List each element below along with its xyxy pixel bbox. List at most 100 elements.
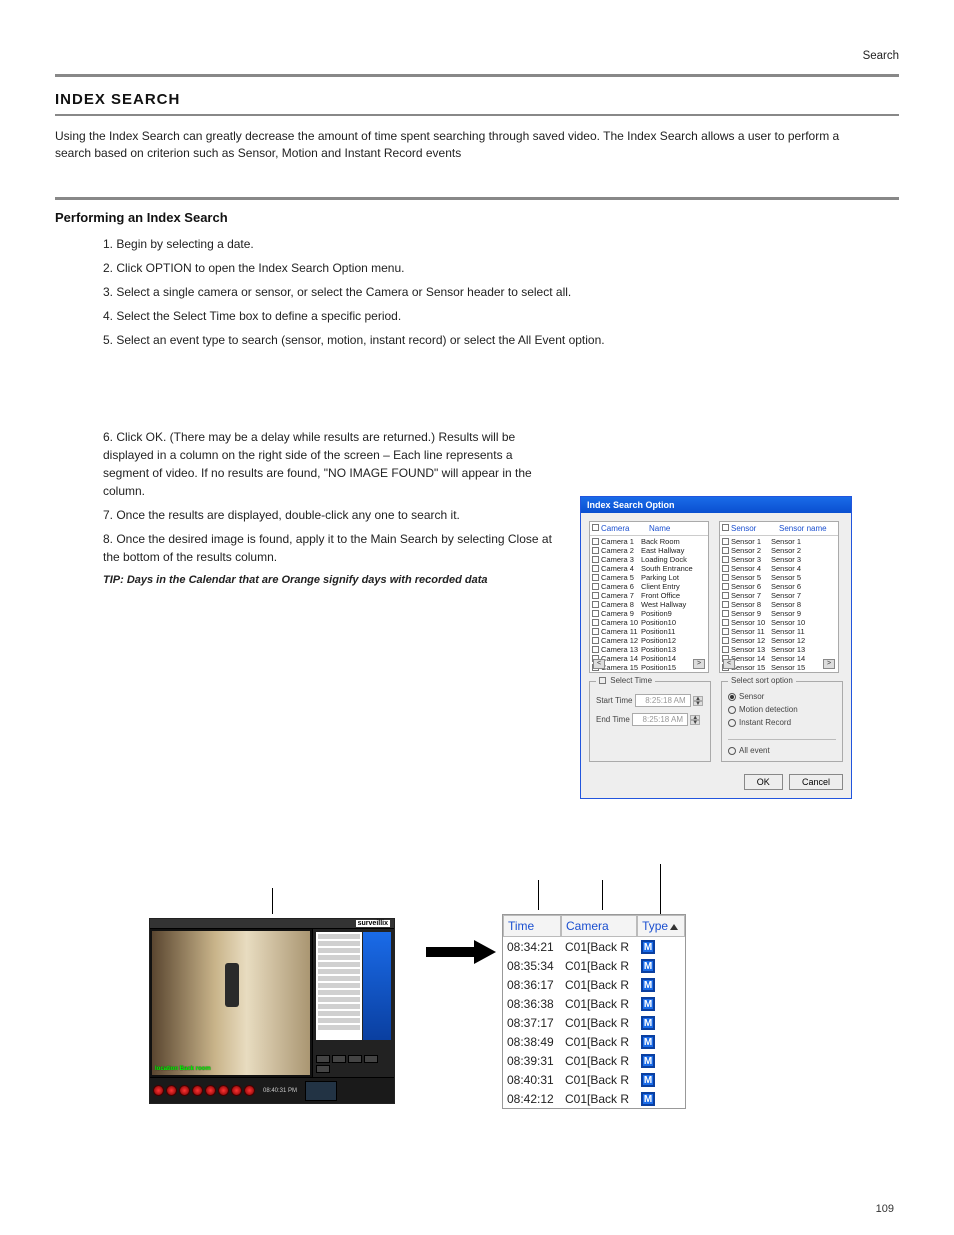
- list-item[interactable]: Camera 13Position13: [592, 645, 706, 654]
- checkbox[interactable]: [592, 556, 599, 563]
- list-item[interactable]: Sensor 13Sensor 13: [722, 645, 836, 654]
- checkbox[interactable]: [592, 628, 599, 635]
- camera-list[interactable]: Camera Name Camera 1Back RoomCamera 2Eas…: [589, 521, 709, 673]
- start-time-field[interactable]: 8:25:18 AM: [635, 694, 691, 707]
- table-row[interactable]: 08:38:49C01[Back RM: [503, 1032, 685, 1051]
- scroll-right-icon[interactable]: >: [823, 659, 835, 669]
- checkbox[interactable]: [592, 524, 599, 531]
- list-item[interactable]: Camera 1Back Room: [592, 537, 706, 546]
- checkbox[interactable]: [592, 637, 599, 644]
- list-item[interactable]: Camera 12Position12: [592, 636, 706, 645]
- list-item[interactable]: Camera 2East Hallway: [592, 546, 706, 555]
- scroll-right-icon[interactable]: >: [693, 659, 705, 669]
- list-item[interactable]: Camera 11Position11: [592, 627, 706, 636]
- checkbox[interactable]: [722, 524, 729, 531]
- thumb-tick: [272, 888, 273, 914]
- table-row[interactable]: 08:34:21C01[Back RM: [503, 937, 685, 956]
- list-item[interactable]: Camera 10Position10: [592, 618, 706, 627]
- table-row[interactable]: 08:36:17C01[Back RM: [503, 975, 685, 994]
- checkbox[interactable]: [592, 646, 599, 653]
- radio-all-event[interactable]: [728, 747, 736, 755]
- list-item[interactable]: Camera 3Loading Dock: [592, 555, 706, 564]
- list-item[interactable]: Sensor 10Sensor 10: [722, 618, 836, 627]
- radio-sensor[interactable]: [728, 693, 736, 701]
- scroll-left-icon[interactable]: <: [593, 659, 605, 669]
- col-sensor[interactable]: Sensor: [731, 524, 779, 533]
- checkbox[interactable]: [592, 538, 599, 545]
- list-item[interactable]: Sensor 5Sensor 5: [722, 573, 836, 582]
- checkbox[interactable]: [722, 547, 729, 554]
- col-sensor-name[interactable]: Sensor name: [779, 524, 836, 533]
- start-time-label: Start Time: [596, 696, 632, 705]
- scroll-left-icon[interactable]: <: [723, 659, 735, 669]
- list-item[interactable]: Sensor 11Sensor 11: [722, 627, 836, 636]
- list-item[interactable]: Sensor 9Sensor 9: [722, 609, 836, 618]
- list-item[interactable]: Camera 8West Hallway: [592, 600, 706, 609]
- radio-instant[interactable]: [728, 719, 736, 727]
- col-camera[interactable]: Camera: [561, 915, 637, 937]
- checkbox[interactable]: [722, 610, 729, 617]
- checkbox[interactable]: [592, 574, 599, 581]
- list-item[interactable]: Sensor 16Sensor 16: [722, 672, 836, 673]
- step-8: 8. Once the desired image is found, appl…: [103, 530, 555, 566]
- list-item[interactable]: Camera 5Parking Lot: [592, 573, 706, 582]
- list-item[interactable]: Sensor 6Sensor 6: [722, 582, 836, 591]
- list-item[interactable]: Camera 4South Entrance: [592, 564, 706, 573]
- checkbox[interactable]: [592, 619, 599, 626]
- results-table[interactable]: Time Camera Type 08:34:21C01[Back RM08:3…: [502, 914, 686, 1109]
- divider: [55, 114, 899, 116]
- checkbox[interactable]: [722, 538, 729, 545]
- list-item[interactable]: Camera 6Client Entry: [592, 582, 706, 591]
- header-category: Search: [863, 50, 899, 62]
- radio-motion[interactable]: [728, 706, 736, 714]
- table-row[interactable]: 08:37:17C01[Back RM: [503, 1013, 685, 1032]
- list-item[interactable]: Sensor 7Sensor 7: [722, 591, 836, 600]
- ok-button[interactable]: OK: [744, 774, 783, 790]
- col-camera[interactable]: Camera: [601, 524, 649, 533]
- list-item[interactable]: Camera 7Front Office: [592, 591, 706, 600]
- radio-sensor-label: Sensor: [739, 692, 764, 701]
- checkbox[interactable]: [722, 646, 729, 653]
- checkbox[interactable]: [722, 583, 729, 590]
- list-item[interactable]: Sensor 12Sensor 12: [722, 636, 836, 645]
- table-row[interactable]: 08:36:38C01[Back RM: [503, 994, 685, 1013]
- table-row[interactable]: 08:42:12C01[Back RM: [503, 1089, 685, 1108]
- checkbox[interactable]: [592, 565, 599, 572]
- checkbox[interactable]: [722, 565, 729, 572]
- radio-instant-label: Instant Record: [739, 718, 791, 727]
- col-time[interactable]: Time: [503, 915, 561, 937]
- section-title: INDEX SEARCH: [55, 91, 899, 108]
- checkbox[interactable]: [722, 592, 729, 599]
- spinner[interactable]: ▲▼: [690, 715, 700, 725]
- checkbox[interactable]: [592, 610, 599, 617]
- col-name[interactable]: Name: [649, 524, 706, 533]
- list-item[interactable]: Camera 16Position16: [592, 672, 706, 673]
- checkbox[interactable]: [592, 592, 599, 599]
- sensor-list[interactable]: Sensor Sensor name Sensor 1Sensor 1Senso…: [719, 521, 839, 673]
- checkbox[interactable]: [722, 628, 729, 635]
- checkbox[interactable]: [722, 619, 729, 626]
- list-item[interactable]: Sensor 1Sensor 1: [722, 537, 836, 546]
- spinner[interactable]: ▲▼: [693, 696, 703, 706]
- list-item[interactable]: Sensor 2Sensor 2: [722, 546, 836, 555]
- table-row[interactable]: 08:39:31C01[Back RM: [503, 1051, 685, 1070]
- checkbox[interactable]: [722, 637, 729, 644]
- cancel-button[interactable]: Cancel: [789, 774, 843, 790]
- table-row[interactable]: 08:40:31C01[Back RM: [503, 1070, 685, 1089]
- select-time-checkbox[interactable]: [599, 677, 606, 684]
- list-item[interactable]: Sensor 3Sensor 3: [722, 555, 836, 564]
- checkbox[interactable]: [592, 601, 599, 608]
- list-item[interactable]: Camera 9Position9: [592, 609, 706, 618]
- end-time-field[interactable]: 8:25:18 AM: [632, 713, 688, 726]
- checkbox[interactable]: [592, 547, 599, 554]
- table-row[interactable]: 08:35:34C01[Back RM: [503, 956, 685, 975]
- list-item[interactable]: Sensor 4Sensor 4: [722, 564, 836, 573]
- subsection-title: Performing an Index Search: [55, 210, 899, 225]
- list-item[interactable]: Sensor 8Sensor 8: [722, 600, 836, 609]
- checkbox[interactable]: [592, 583, 599, 590]
- motion-icon: M: [641, 959, 655, 973]
- checkbox[interactable]: [722, 574, 729, 581]
- checkbox[interactable]: [722, 556, 729, 563]
- checkbox[interactable]: [722, 601, 729, 608]
- col-type[interactable]: Type: [637, 915, 685, 937]
